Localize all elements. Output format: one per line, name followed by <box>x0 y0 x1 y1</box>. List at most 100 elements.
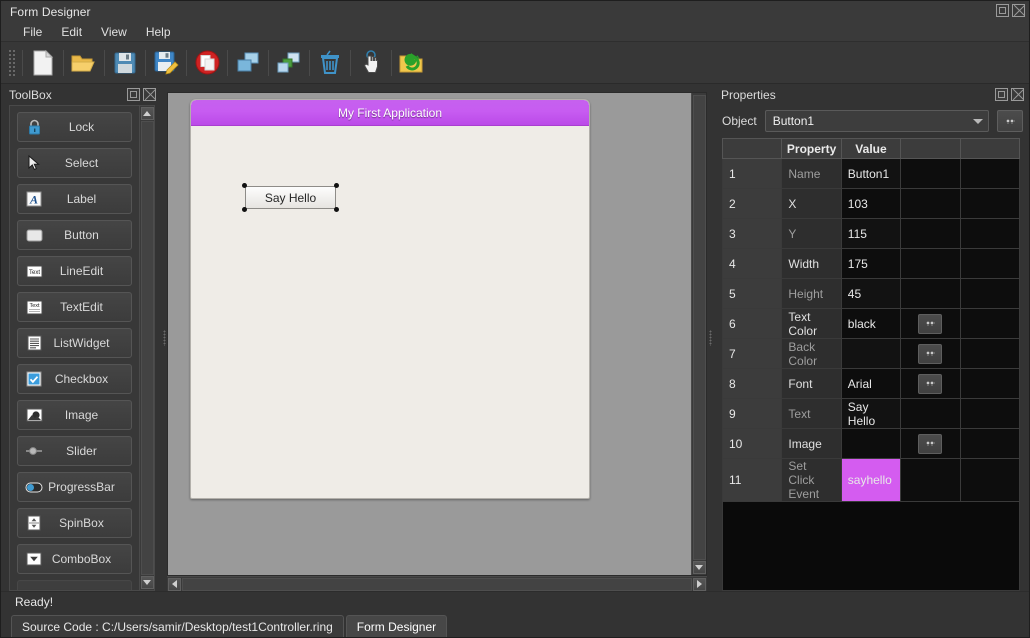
toolbox-item-list: Lock Select <box>10 106 139 590</box>
toolbox-item-checkbox[interactable]: Checkbox <box>17 364 132 394</box>
toolbar-separator <box>268 50 269 76</box>
open-project-button[interactable] <box>393 46 431 80</box>
property-value-cell[interactable]: 115 <box>841 219 900 249</box>
delete-button[interactable] <box>311 46 349 80</box>
form-client-area[interactable]: Say Hello <box>191 126 589 498</box>
menu-edit[interactable]: Edit <box>53 23 90 41</box>
close-icon[interactable] <box>1011 88 1024 101</box>
dots-icon <box>926 351 935 356</box>
selection-handle-bottom-right[interactable] <box>334 207 339 212</box>
properties-row[interactable]: 8FontArial <box>723 369 1020 399</box>
action-column-header <box>901 139 960 159</box>
property-value-cell[interactable]: 103 <box>841 189 900 219</box>
properties-row[interactable]: 11Set Click Eventsayhello <box>723 459 1020 502</box>
toolbox-item-progressbar[interactable]: ProgressBar <box>17 472 132 502</box>
object-options-button[interactable] <box>997 110 1023 132</box>
menu-file[interactable]: File <box>15 23 50 41</box>
close-icon[interactable] <box>1012 4 1025 17</box>
properties-row[interactable]: 2X103 <box>723 189 1020 219</box>
properties-row[interactable]: 5Height45 <box>723 279 1020 309</box>
toolbox-item-combobox[interactable]: ComboBox <box>17 544 132 574</box>
property-value-cell[interactable]: sayhello <box>841 459 900 502</box>
property-editor-button[interactable] <box>918 344 942 364</box>
scroll-right-button[interactable] <box>693 578 706 591</box>
toolbox-item-slider[interactable]: Slider <box>17 436 132 466</box>
label-a-icon: A <box>25 190 43 208</box>
scroll-left-button[interactable] <box>168 578 181 591</box>
property-action-cell <box>901 159 960 189</box>
scroll-down-button[interactable] <box>141 576 154 589</box>
properties-row[interactable]: 9TextSay Hello <box>723 399 1020 429</box>
property-action-cell[interactable] <box>901 369 960 399</box>
toolbar-drag-grip[interactable] <box>7 50 17 76</box>
property-editor-button[interactable] <box>918 314 942 334</box>
floppy-save-as-icon <box>154 50 179 75</box>
restore-icon[interactable] <box>127 88 140 101</box>
toolbox-item-spinbox[interactable]: SpinBox <box>17 508 132 538</box>
property-editor-button[interactable] <box>918 434 942 454</box>
property-action-cell[interactable] <box>901 309 960 339</box>
send-to-back-button[interactable] <box>229 46 267 80</box>
new-file-button[interactable] <box>24 46 62 80</box>
property-action-cell[interactable] <box>901 339 960 369</box>
properties-row[interactable]: 1NameButton1 <box>723 159 1020 189</box>
properties-row[interactable]: 10Image <box>723 429 1020 459</box>
scroll-down-button[interactable] <box>693 561 706 574</box>
property-name-cell: X <box>782 189 841 219</box>
menu-view[interactable]: View <box>93 23 135 41</box>
form-preview-window[interactable]: My First Application Say Hello <box>190 99 590 499</box>
bring-to-front-button[interactable] <box>270 46 308 80</box>
property-value-cell[interactable]: 175 <box>841 249 900 279</box>
close-icon[interactable] <box>143 88 156 101</box>
toolbox-item-partial[interactable] <box>17 580 132 590</box>
properties-row[interactable]: 6Text Colorblack <box>723 309 1020 339</box>
textedit-icon: Text <box>25 298 43 316</box>
form-control-button[interactable]: Say Hello <box>245 186 336 209</box>
open-file-button[interactable] <box>65 46 103 80</box>
properties-row[interactable]: 7Back Color <box>723 339 1020 369</box>
save-button[interactable] <box>106 46 144 80</box>
property-value-cell[interactable]: Button1 <box>841 159 900 189</box>
scroll-track[interactable] <box>141 121 154 575</box>
lineedit-icon: Text <box>25 262 43 280</box>
property-value-cell[interactable] <box>841 429 900 459</box>
delete-copy-button[interactable] <box>188 46 226 80</box>
selection-handle-bottom-left[interactable] <box>242 207 247 212</box>
select-mode-button[interactable] <box>352 46 390 80</box>
property-action-cell[interactable] <box>901 429 960 459</box>
toolbox-item-button[interactable]: Button <box>17 220 132 250</box>
properties-row[interactable]: 4Width175 <box>723 249 1020 279</box>
tab-form-designer[interactable]: Form Designer <box>346 615 447 637</box>
scroll-track[interactable] <box>182 578 692 591</box>
toolbox-item-select[interactable]: Select <box>17 148 132 178</box>
selection-handle-top-right[interactable] <box>334 183 339 188</box>
canvas-horizontal-scrollbar[interactable] <box>167 576 707 591</box>
property-spacer-cell <box>960 279 1019 309</box>
design-canvas[interactable]: My First Application Say Hello <box>168 93 691 575</box>
scroll-up-button[interactable] <box>141 107 154 120</box>
canvas-vertical-scrollbar[interactable] <box>691 93 706 575</box>
object-combobox[interactable]: Button1 <box>765 110 989 132</box>
toolbox-item-textedit[interactable]: Text TextEdit <box>17 292 132 322</box>
toolbox-item-lineedit[interactable]: Text LineEdit <box>17 256 132 286</box>
property-editor-button[interactable] <box>918 374 942 394</box>
property-value-cell[interactable] <box>841 339 900 369</box>
restore-icon[interactable] <box>995 88 1008 101</box>
scroll-track[interactable] <box>693 95 706 560</box>
tab-source-code[interactable]: Source Code : C:/Users/samir/Desktop/tes… <box>11 615 344 637</box>
form-designer-window: Form Designer File Edit View Help <box>0 0 1030 638</box>
toolbox-vertical-scrollbar[interactable] <box>139 106 154 590</box>
property-value-cell[interactable]: Say Hello <box>841 399 900 429</box>
restore-icon[interactable] <box>996 4 1009 17</box>
selection-handle-top-left[interactable] <box>242 183 247 188</box>
properties-row[interactable]: 3Y115 <box>723 219 1020 249</box>
save-as-button[interactable] <box>147 46 185 80</box>
toolbox-item-listwidget[interactable]: ListWidget <box>17 328 132 358</box>
toolbox-item-label[interactable]: A Label <box>17 184 132 214</box>
property-value-cell[interactable]: black <box>841 309 900 339</box>
property-value-cell[interactable]: Arial <box>841 369 900 399</box>
toolbox-item-lock[interactable]: Lock <box>17 112 132 142</box>
toolbox-item-image[interactable]: Image <box>17 400 132 430</box>
property-value-cell[interactable]: 45 <box>841 279 900 309</box>
menu-help[interactable]: Help <box>138 23 179 41</box>
